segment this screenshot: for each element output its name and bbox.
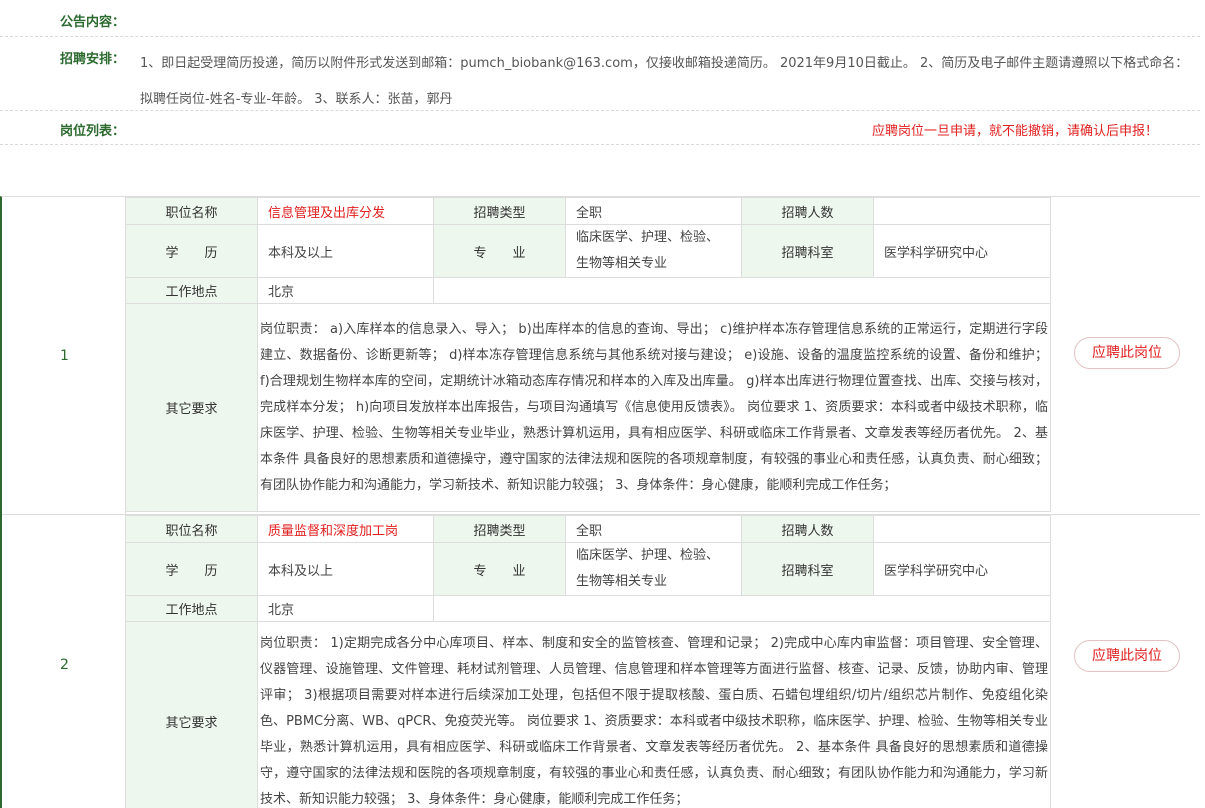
- position-name-label: 职位名称: [125, 515, 258, 543]
- job-row: 2 职位名称 质量监督和深度加工岗 招聘类型 全职 招聘人数 学 历 本科及以上…: [2, 515, 1200, 808]
- notice-arrangement-row: 招聘安排： 1、即日起受理简历投递，简历以附件形式发送到邮箱：pumch_bio…: [0, 37, 1200, 111]
- job-info-table: 职位名称 质量监督和深度加工岗 招聘类型 全职 招聘人数 学 历 本科及以上 专…: [125, 515, 1051, 808]
- recruit-type-value: 全职: [565, 515, 742, 543]
- other-label: 其它要求: [125, 303, 258, 512]
- location-value: 北京: [257, 595, 434, 622]
- location-label: 工作地点: [125, 277, 258, 304]
- other-label: 其它要求: [125, 621, 258, 808]
- education-value: 本科及以上: [257, 224, 434, 278]
- department-value: 医学科学研究中心: [873, 542, 1051, 596]
- education-label: 学 历: [125, 224, 258, 278]
- headcount-value: [873, 515, 1051, 543]
- headcount-label: 招聘人数: [741, 197, 874, 225]
- job-index-cell: 1: [2, 197, 126, 514]
- major-value: 临床医学、护理、检验、生物等相关专业: [565, 542, 742, 596]
- department-label: 招聘科室: [741, 224, 874, 278]
- arrangement-text: 1、即日起受理简历投递，简历以附件形式发送到邮箱：pumch_biobank@1…: [140, 56, 1189, 107]
- position-name-label: 职位名称: [125, 197, 258, 225]
- notice-content-row: 公告内容：: [0, 0, 1200, 37]
- job-list: 1 职位名称 信息管理及出库分发 招聘类型 全职 招聘人数 学 历 本科及以上 …: [0, 196, 1200, 808]
- department-label: 招聘科室: [741, 542, 874, 596]
- arrangement-label: 招聘安排：: [60, 52, 126, 67]
- education-label: 学 历: [125, 542, 258, 596]
- warning-text: 应聘岗位一旦申请，就不能撤销，请确认后申报！: [871, 124, 1158, 139]
- recruit-type-label: 招聘类型: [433, 515, 566, 543]
- headcount-label: 招聘人数: [741, 515, 874, 543]
- position-name-value: 信息管理及出库分发: [257, 197, 434, 225]
- recruit-type-label: 招聘类型: [433, 197, 566, 225]
- apply-button[interactable]: 应聘此岗位: [1074, 640, 1180, 672]
- job-row: 1 职位名称 信息管理及出库分发 招聘类型 全职 招聘人数 学 历 本科及以上 …: [2, 197, 1200, 515]
- job-index-cell: 2: [2, 515, 126, 808]
- position-name-value: 质量监督和深度加工岗: [257, 515, 434, 543]
- requirements-text: 岗位职责： 1)定期完成各分中心库项目、样本、制度和安全的监管核查、管理和记录；…: [257, 621, 1051, 808]
- job-index: 2: [60, 656, 69, 673]
- department-value: 医学科学研究中心: [873, 224, 1051, 278]
- location-label: 工作地点: [125, 595, 258, 622]
- major-value: 临床医学、护理、检验、生物等相关专业: [565, 224, 742, 278]
- apply-button[interactable]: 应聘此岗位: [1074, 337, 1180, 369]
- notice-section: 公告内容： 招聘安排： 1、即日起受理简历投递，简历以附件形式发送到邮箱：pum…: [0, 0, 1200, 145]
- recruit-type-value: 全职: [565, 197, 742, 225]
- job-index: 1: [60, 347, 69, 364]
- location-value: 北京: [257, 277, 434, 304]
- headcount-value: [873, 197, 1051, 225]
- job-info-table: 职位名称 信息管理及出库分发 招聘类型 全职 招聘人数 学 历 本科及以上 专 …: [125, 197, 1051, 512]
- content-label: 公告内容：: [60, 15, 126, 30]
- education-value: 本科及以上: [257, 542, 434, 596]
- location-filler: [433, 595, 1051, 622]
- major-label: 专 业: [433, 542, 566, 596]
- positions-row: 岗位列表： 应聘岗位一旦申请，就不能撤销，请确认后申报！: [0, 111, 1200, 145]
- major-label: 专 业: [433, 224, 566, 278]
- requirements-text: 岗位职责： a)入库样本的信息录入、导入； b)出库样本的信息的查询、导出； c…: [257, 303, 1051, 512]
- positions-label: 岗位列表：: [60, 124, 126, 139]
- location-filler: [433, 277, 1051, 304]
